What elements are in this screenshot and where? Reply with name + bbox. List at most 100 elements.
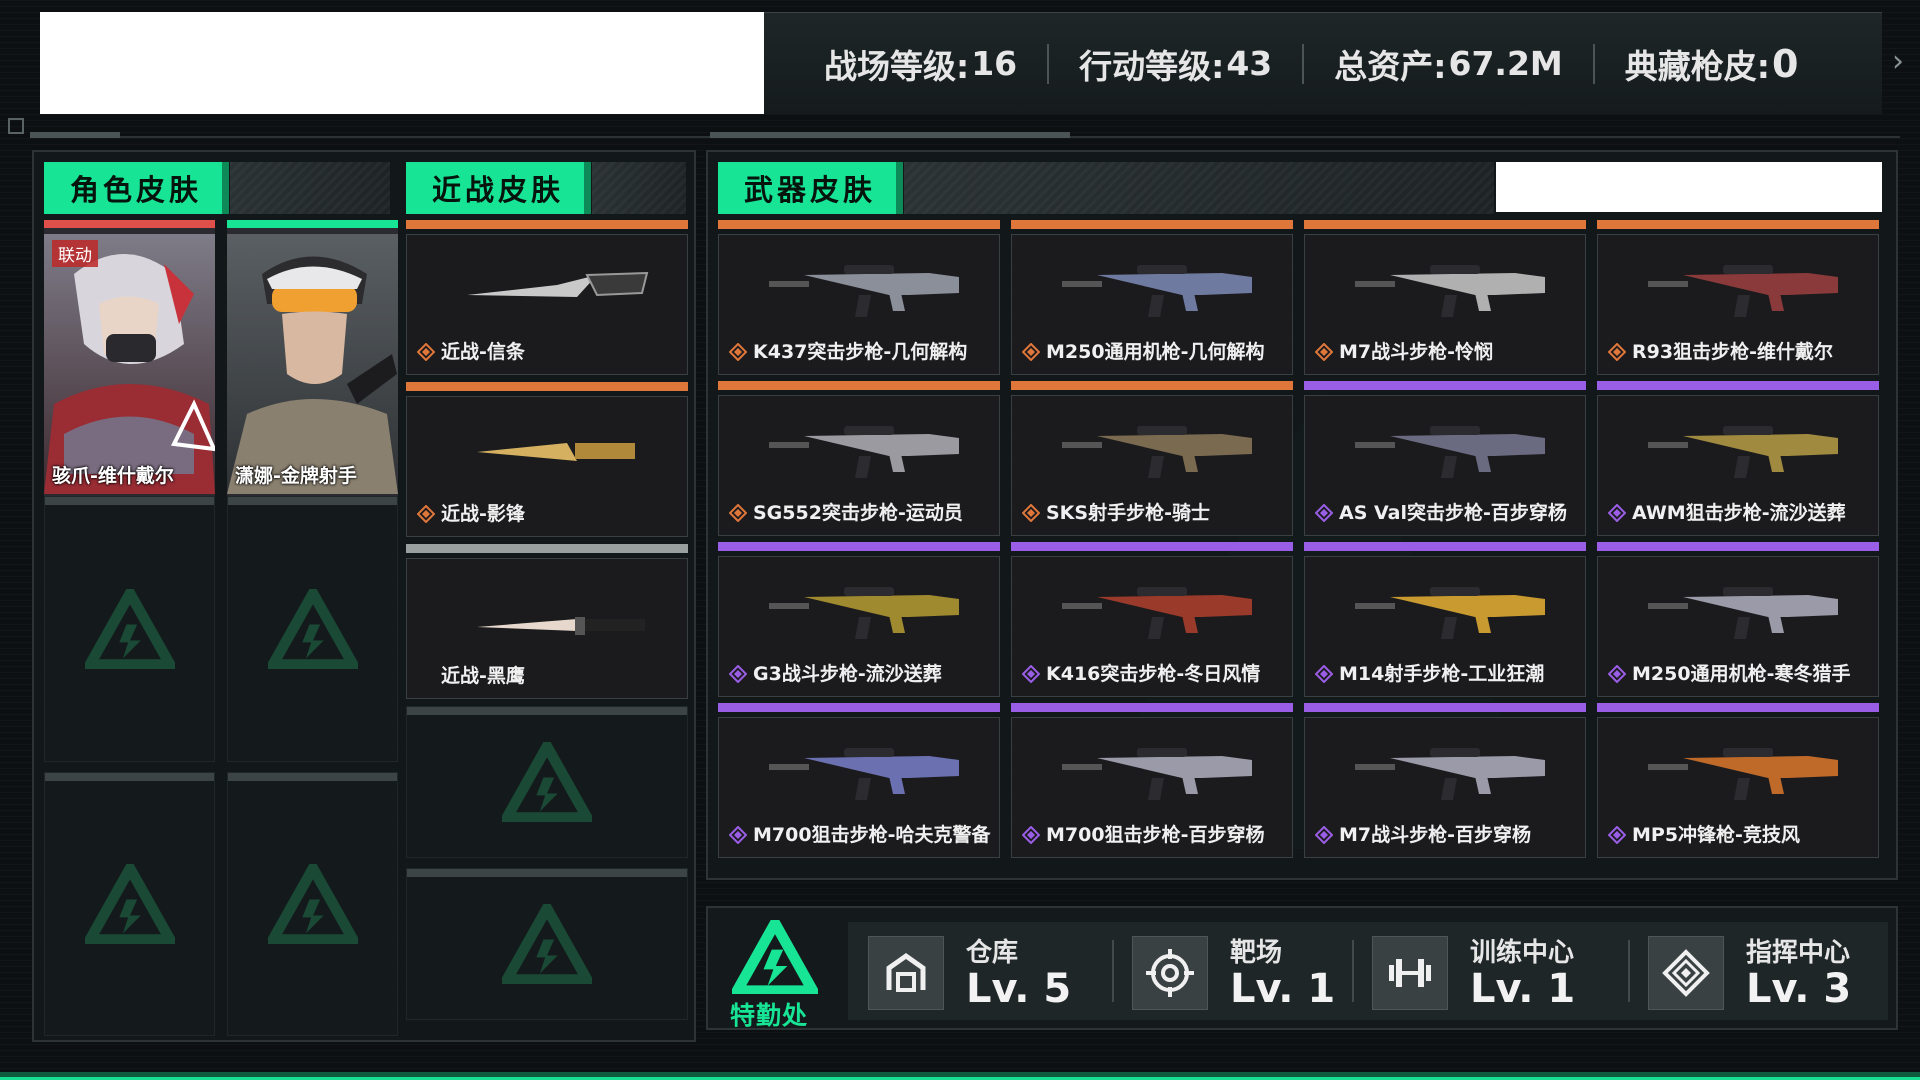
item-frame: MP5冲锋枪-竞技风	[1597, 717, 1879, 858]
weapon-image	[1355, 265, 1545, 317]
facility-level: Lv. 1	[1230, 966, 1336, 1012]
rarity-diamond-icon	[1315, 665, 1333, 683]
melee-skin-card[interactable]: 近战-影锋	[406, 382, 688, 537]
rarity-diamond-icon	[1608, 665, 1626, 683]
weapon-skin-card[interactable]: K416突击步枪-冬日风情	[1011, 542, 1293, 697]
slot-bar	[228, 773, 397, 781]
weapon-skin-card[interactable]: M700狙击步枪-百步穿杨	[1011, 703, 1293, 858]
empty-melee-slot	[406, 868, 688, 1020]
item-frame: K437突击步枪-几何解构	[718, 234, 1000, 375]
chevron-right-icon[interactable]: ›	[1892, 44, 1904, 79]
item-name: 近战-影锋	[441, 503, 525, 525]
weapon-image	[1062, 265, 1252, 317]
stat-label: 行动等级:	[1079, 46, 1225, 86]
facility-training-center[interactable]: 训练中心 Lv. 1	[1352, 922, 1628, 1020]
rarity-diamond-icon	[1022, 504, 1040, 522]
stat-value: 67.2M	[1448, 44, 1563, 83]
rarity-bar	[1597, 220, 1879, 229]
item-name: M7战斗步枪-怜悯	[1339, 341, 1494, 363]
redacted-area	[1496, 162, 1882, 212]
item-name: 近战-信条	[441, 341, 525, 363]
weapon-image	[769, 748, 959, 800]
weapon-skin-card[interactable]: SG552突击步枪-运动员	[718, 381, 1000, 536]
stat-value: 0	[1771, 41, 1799, 86]
item-frame: M14射手步枪-工业狂潮	[1304, 556, 1586, 697]
slot-bar	[407, 869, 687, 877]
weapon-skin-card[interactable]: G3战斗步枪-流沙送葬	[718, 542, 1000, 697]
collection-skins-stat: 典藏枪皮: 0	[1595, 40, 1829, 88]
stat-label: 总资产:	[1334, 46, 1447, 86]
rarity-bar	[227, 220, 398, 228]
weapon-skin-card[interactable]: M250通用机枪-几何解构	[1011, 220, 1293, 375]
delta-logo-icon	[267, 589, 358, 669]
rarity-diamond-icon	[1608, 826, 1626, 844]
weapon-skin-card[interactable]: M7战斗步枪-怜悯	[1304, 220, 1586, 375]
item-frame: M250通用机枪-寒冬猎手	[1597, 556, 1879, 697]
item-name: M250通用机枪-寒冬猎手	[1632, 663, 1851, 685]
facility-shooting-range[interactable]: 靶场 Lv. 1	[1112, 922, 1350, 1020]
weapon-skin-card[interactable]: M14射手步枪-工业狂潮	[1304, 542, 1586, 697]
facility-bar: 特勤处 仓库 Lv. 5 靶场 Lv. 1 训练中心 Lv. 1 指挥中心 Lv…	[706, 906, 1898, 1030]
empty-character-slot	[227, 496, 398, 762]
rarity-diamond-icon	[729, 504, 747, 522]
facility-command-center[interactable]: 指挥中心 Lv. 3	[1628, 922, 1888, 1020]
character-portrait	[227, 234, 398, 494]
facility-warehouse[interactable]: 仓库 Lv. 5	[848, 922, 1108, 1020]
weapon-skin-card[interactable]: MP5冲锋枪-竞技风	[1597, 703, 1879, 858]
item-frame: G3战斗步枪-流沙送葬	[718, 556, 1000, 697]
facility-name: 仓库	[966, 938, 1019, 968]
delta-logo-icon	[267, 864, 358, 944]
weapon-skin-card[interactable]: R93狙击步枪-维什戴尔	[1597, 220, 1879, 375]
item-name: AWM狙击步枪-流沙送葬	[1632, 502, 1846, 524]
weapon-skin-card[interactable]: M700狙击步枪-哈夫克警备	[718, 703, 1000, 858]
weapon-image	[1648, 426, 1838, 478]
weapon-skin-card[interactable]: SKS射手步枪-骑士	[1011, 381, 1293, 536]
weapon-skin-card[interactable]: AWM狙击步枪-流沙送葬	[1597, 381, 1879, 536]
weapon-image	[1355, 587, 1545, 639]
empty-character-slot	[227, 772, 398, 1036]
knife-image	[477, 443, 635, 461]
melee-skin-card[interactable]: 近战-黑鹰	[406, 544, 688, 699]
item-name: K437突击步枪-几何解构	[753, 341, 968, 363]
item-name: K416突击步枪-冬日风情	[1046, 663, 1261, 685]
character-card[interactable]: 联动 骇爪-维什戴尔	[44, 220, 215, 496]
item-name: SG552突击步枪-运动员	[753, 502, 963, 524]
facility-list: 仓库 Lv. 5 靶场 Lv. 1 训练中心 Lv. 1 指挥中心 Lv. 3	[848, 922, 1888, 1020]
weapon-skins-title: 武器皮肤	[718, 162, 903, 214]
item-frame: AS Val突击步枪-百步穿杨	[1304, 395, 1586, 536]
weapon-skin-card[interactable]: AS Val突击步枪-百步穿杨	[1304, 381, 1586, 536]
item-frame: R93狙击步枪-维什戴尔	[1597, 234, 1879, 375]
stat-label: 战场等级:	[824, 46, 970, 86]
rarity-bar	[1597, 542, 1879, 551]
weapon-image	[1648, 587, 1838, 639]
stat-value: 16	[971, 44, 1018, 83]
stat-label: 典藏枪皮:	[1624, 46, 1770, 86]
item-frame: K416突击步枪-冬日风情	[1011, 556, 1293, 697]
facility-name: 训练中心	[1470, 938, 1575, 968]
weapon-skin-card[interactable]: K437突击步枪-几何解构	[718, 220, 1000, 375]
rarity-diamond-icon	[1315, 343, 1333, 361]
character-name: 潇娜-金牌射手	[235, 465, 357, 487]
rarity-diamond-icon	[729, 826, 747, 844]
item-name: AS Val突击步枪-百步穿杨	[1339, 502, 1567, 524]
weapon-skin-card[interactable]: M7战斗步枪-百步穿杨	[1304, 703, 1586, 858]
item-name: M14射手步枪-工业狂潮	[1339, 663, 1545, 685]
melee-skin-card[interactable]: 近战-信条	[406, 220, 688, 375]
rarity-diamond-icon	[1022, 665, 1040, 683]
corner-marker-icon	[8, 118, 24, 134]
item-frame: SKS射手步枪-骑士	[1011, 395, 1293, 536]
section-header-bar	[904, 162, 1494, 214]
facility-level: Lv. 3	[1746, 966, 1852, 1012]
special-ops-label: 特勤处	[730, 1001, 809, 1030]
rarity-bar	[1011, 220, 1293, 229]
knife-image	[477, 617, 645, 635]
rarity-bar	[718, 220, 1000, 229]
weapon-skin-card[interactable]: M250通用机枪-寒冬猎手	[1597, 542, 1879, 697]
item-name: M700狙击步枪-百步穿杨	[1046, 824, 1265, 846]
rarity-diamond-icon	[729, 665, 747, 683]
empty-character-slot	[44, 496, 215, 762]
section-header-bar	[592, 162, 686, 214]
rarity-diamond-icon	[729, 343, 747, 361]
character-card[interactable]: 潇娜-金牌射手	[227, 220, 398, 496]
delta-logo-icon	[84, 589, 175, 669]
